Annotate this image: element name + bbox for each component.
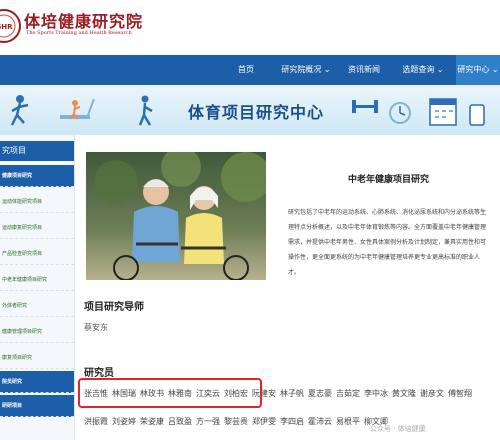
researcher-name: 黄文隆 xyxy=(392,389,416,398)
elderly-couple-photo xyxy=(86,152,266,280)
nav-research-center[interactable]: 研究中心 ⌄ xyxy=(456,55,500,85)
site-header: GHR 体培健康研究院 The Sports Training and Heal… xyxy=(0,0,500,55)
researchers-row-2: 洪振霞 刘姿婷 荣姿康 吕致盈 方一强 黎芸贵 郑伊雯 李四启 霍沛云 易根平 柳文卿 xyxy=(84,416,392,427)
researcher-name: 方一强 xyxy=(196,417,220,426)
institute-logo-icon[interactable]: GHR xyxy=(0,6,22,46)
researcher-name: 黎芸贵 xyxy=(224,417,248,426)
sidebar-item-outer[interactable]: 外体者研究 xyxy=(0,295,74,317)
researcher-name: 荣姿康 xyxy=(140,417,164,426)
sidebar-item-elderly[interactable]: 中老年健康项目研究 xyxy=(0,269,74,291)
sidebar-item-projects[interactable]: 研研项目 xyxy=(0,395,74,417)
svg-text:GHR: GHR xyxy=(0,23,13,31)
sidebar-item-health[interactable]: 健康项目研究 xyxy=(0,165,74,187)
banner-title: 体育项目研究中心 xyxy=(188,103,325,122)
sidebar-item-product[interactable]: 产品检查研究项目 xyxy=(0,243,74,265)
researcher-name: 吕致盈 xyxy=(168,417,192,426)
researcher-name: 谢彦文 xyxy=(420,389,444,398)
researcher-name: 夏志豪 xyxy=(308,389,332,398)
site-subtitle: The Sports Training and Health Research xyxy=(26,30,132,36)
researcher-name: 洪振霞 xyxy=(84,417,108,426)
nav-home[interactable]: 首页 xyxy=(228,55,264,85)
researcher-name: 易根平 xyxy=(336,417,360,426)
mentor-name: 蔡安东 xyxy=(84,323,108,332)
nav-about[interactable]: 研究院概况 ⌄ xyxy=(278,55,334,85)
mentor-label: 项目研究导师 xyxy=(84,302,144,313)
sidebar-item-rehab[interactable]: 运动康复研究项目 xyxy=(0,217,74,239)
site-title[interactable]: 体培健康研究院 xyxy=(24,8,143,32)
sidebar-item-recovery[interactable]: 康复项目研究 xyxy=(0,347,74,369)
sidebar-heading: 究项目 xyxy=(0,141,74,161)
researcher-name: 李中冰 xyxy=(364,389,388,398)
researcher-name: 霍沛云 xyxy=(308,417,332,426)
sidebar-item-fitness[interactable]: 运动体能研究项目 xyxy=(0,191,74,213)
main-nav: 首页 研究院概况 ⌄ 资讯新闻 选题查询 ⌄ 研究中心 ⌄ xyxy=(0,55,500,85)
page-banner: 体育项目研究中心 xyxy=(0,85,500,135)
watermark: 公众号 · 体培健康 xyxy=(370,425,426,433)
researcher-name: 刘姿婷 xyxy=(112,417,136,426)
section-description: 研究包括了中老年的运动系统、心肺系统、消化泌尿系统和内分泌系统等生理特点分析概述… xyxy=(288,209,487,276)
researcher-name: 吉茹定 xyxy=(336,389,360,398)
researcher-name: 林子帆 xyxy=(280,389,304,398)
nav-topic-query[interactable]: 选题查询 ⌄ xyxy=(396,55,450,85)
researcher-name: 傅智翔 xyxy=(448,389,472,398)
researchers-label: 研究员 xyxy=(84,368,114,379)
nav-news[interactable]: 资讯新闻 xyxy=(344,55,384,85)
section-title: 中老年健康项目研究 xyxy=(348,175,430,185)
researcher-name: 李四启 xyxy=(280,417,304,426)
highlight-box xyxy=(78,378,262,408)
sidebar: 究项目 健康项目研究 运动体能研究项目 运动康复研究项目 产品检查研究项目 中老… xyxy=(0,135,75,440)
sidebar-item-members[interactable]: 院员研究 xyxy=(0,371,74,393)
sidebar-item-management[interactable]: 健康管理项目研究 xyxy=(0,321,74,343)
researcher-name: 郑伊雯 xyxy=(252,417,276,426)
